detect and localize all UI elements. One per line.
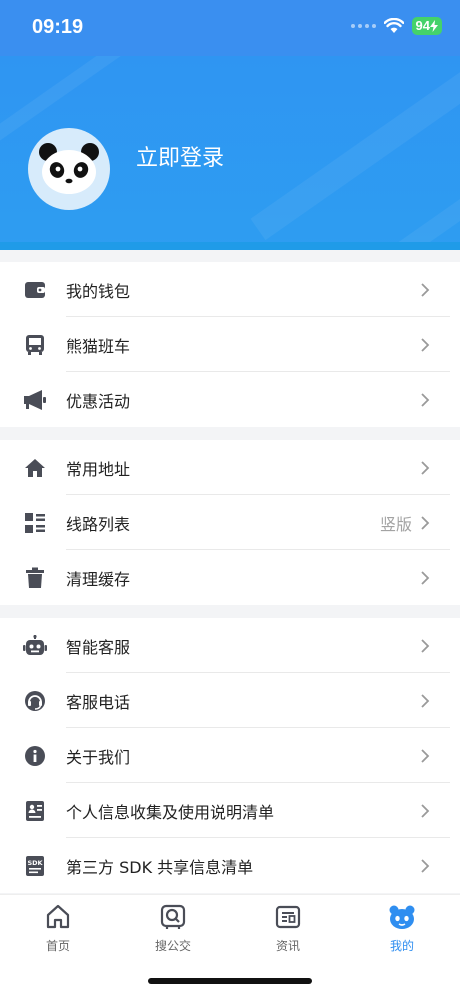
menu-item-smart-service[interactable]: 智能客服: [0, 618, 460, 673]
chevron-right-icon: [421, 638, 430, 653]
menu-section-tools: 常用地址 线路列表 竖版 清理缓存: [0, 440, 460, 605]
chevron-right-icon: [421, 282, 430, 297]
menu-item-label: 第三方 SDK 共享信息清单: [66, 857, 254, 877]
menu-item-service-phone[interactable]: 客服电话: [0, 673, 460, 728]
menu-item-label: 熊猫班车: [66, 336, 131, 356]
chevron-right-icon: [421, 570, 430, 585]
login-button[interactable]: 立即登录: [136, 140, 224, 172]
home-outline-icon: [46, 904, 70, 929]
panda-icon: [389, 905, 415, 929]
panda-avatar-icon: [39, 143, 99, 194]
menu-item-label: 个人信息收集及使用说明清单: [66, 802, 275, 822]
chevron-right-icon: [421, 337, 430, 352]
menu-item-saved-addresses[interactable]: 常用地址: [0, 440, 460, 495]
wallet-icon: [23, 278, 47, 302]
megaphone-icon: [23, 388, 47, 412]
chevron-right-icon: [421, 460, 430, 475]
menu-item-route-list[interactable]: 线路列表 竖版: [0, 495, 460, 550]
list-icon: [23, 511, 47, 535]
home-indicator: [148, 978, 312, 984]
menu-item-label: 优惠活动: [66, 391, 131, 411]
menu-item-wallet[interactable]: 我的钱包: [0, 262, 460, 317]
news-icon: [275, 905, 301, 929]
tab-mine[interactable]: 我的: [362, 903, 442, 959]
orientation-value: 竖版: [379, 514, 412, 534]
menu-item-promotions[interactable]: 优惠活动: [0, 372, 460, 427]
info-icon: [23, 744, 47, 768]
menu-item-label: 客服电话: [66, 692, 131, 712]
status-bar: 09:19 94: [0, 0, 460, 56]
menu-item-panda-bus[interactable]: 熊猫班车: [0, 317, 460, 372]
tab-label: 资讯: [275, 939, 300, 953]
home-icon: [23, 456, 47, 480]
tab-news[interactable]: 资讯: [248, 903, 328, 959]
tab-label: 我的: [389, 939, 414, 953]
tab-label: 首页: [45, 939, 70, 953]
menu-item-about-us[interactable]: 关于我们: [0, 728, 460, 783]
menu-item-label: 关于我们: [66, 747, 131, 767]
headset-icon: [23, 689, 47, 713]
svg-text:SDK: SDK: [27, 859, 43, 867]
menu-section-account: 我的钱包 熊猫班车 优惠活动: [0, 262, 460, 427]
sdk-icon: SDK: [23, 854, 47, 878]
menu-item-label: 清理缓存: [66, 569, 131, 589]
menu-item-label: 线路列表: [66, 514, 131, 534]
battery-indicator: 94: [411, 17, 442, 35]
chevron-right-icon: [421, 858, 430, 873]
status-icons: 94: [350, 17, 442, 35]
chevron-right-icon: [421, 392, 430, 407]
profile-header: 立即登录: [0, 56, 460, 250]
menu-item-third-party-sdk-list[interactable]: SDK 第三方 SDK 共享信息清单: [0, 838, 460, 893]
wifi-icon: [383, 18, 404, 33]
tab-label: 搜公交: [154, 939, 191, 953]
menu-item-clear-cache[interactable]: 清理缓存: [0, 550, 460, 605]
signal-icon: [350, 24, 376, 28]
menu-item-personal-info-list[interactable]: 个人信息收集及使用说明清单: [0, 783, 460, 838]
tab-home[interactable]: 首页: [18, 903, 98, 959]
avatar[interactable]: [28, 128, 110, 210]
menu-section-support: 智能客服 客服电话 关于我们 个人信息收集及使用说明清单 SDK 第三方 SDK…: [0, 618, 460, 893]
charging-icon: [430, 20, 438, 32]
robot-icon: [23, 634, 47, 658]
tab-search-bus[interactable]: 搜公交: [133, 903, 213, 959]
chevron-right-icon: [421, 748, 430, 763]
search-bus-icon: [160, 904, 186, 929]
status-time: 09:19: [32, 16, 84, 38]
chevron-right-icon: [421, 515, 430, 530]
battery-level: 94: [415, 18, 430, 33]
menu-item-label: 智能客服: [66, 637, 131, 657]
chevron-right-icon: [421, 693, 430, 708]
chevron-right-icon: [421, 803, 430, 818]
trash-icon: [23, 566, 47, 590]
id-card-icon: [23, 799, 47, 823]
menu-item-label: 我的钱包: [66, 281, 131, 301]
menu-item-label: 常用地址: [66, 459, 131, 479]
bus-icon: [23, 333, 47, 357]
